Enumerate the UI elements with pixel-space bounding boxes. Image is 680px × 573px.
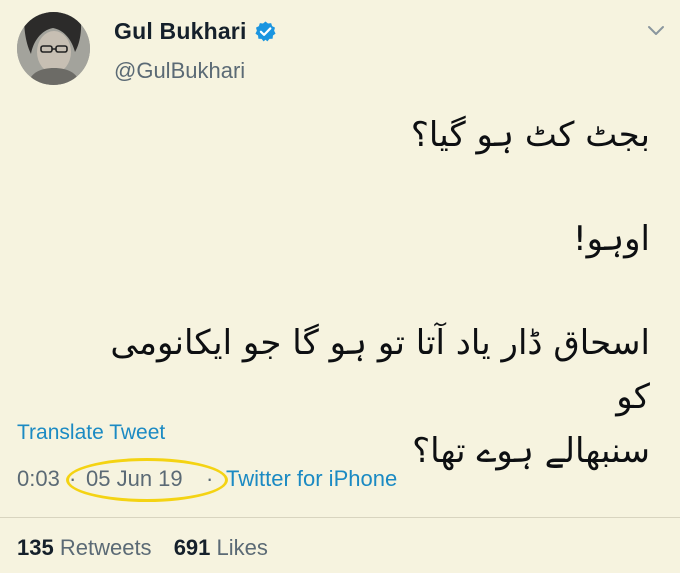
avatar-photo <box>17 12 90 85</box>
tweet-time[interactable]: 0:03 <box>17 466 60 492</box>
divider <box>0 517 680 518</box>
chevron-down-icon[interactable] <box>645 22 667 38</box>
tweet-stats: 135 Retweets 691 Likes <box>17 535 268 561</box>
retweets-count: 135 <box>17 535 54 560</box>
likes-count: 691 <box>173 535 211 560</box>
author-display-name[interactable]: Gul Bukhari <box>114 18 247 45</box>
date-highlight-circle <box>66 458 228 502</box>
retweets-stat[interactable]: 135 Retweets <box>17 535 152 561</box>
verified-badge-icon <box>255 21 276 42</box>
tweet-text: بجٹ کٹ ہو گیا؟ اوہو! اسحاق ڈار یاد آتا ت… <box>90 108 650 478</box>
tweet-line: اسحاق ڈار یاد آتا تو ہو گا جو ایکانومی ک… <box>110 323 650 417</box>
tweet-line: اوہو! <box>573 219 650 259</box>
tweet-card: Gul Bukhari @GulBukhari بجٹ کٹ ہو گیا؟ ا… <box>0 0 680 573</box>
translate-tweet-link[interactable]: Translate Tweet <box>17 421 165 445</box>
tweet-line: بجٹ کٹ ہو گیا؟ <box>410 115 650 155</box>
tweet-source-link[interactable]: Twitter for iPhone <box>226 466 397 492</box>
likes-label: Likes <box>216 535 268 560</box>
retweets-label: Retweets <box>59 535 152 560</box>
author-handle[interactable]: @GulBukhari <box>114 58 245 84</box>
avatar[interactable] <box>17 12 90 85</box>
author-name-row: Gul Bukhari <box>114 18 277 45</box>
likes-stat[interactable]: 691 Likes <box>174 535 268 561</box>
